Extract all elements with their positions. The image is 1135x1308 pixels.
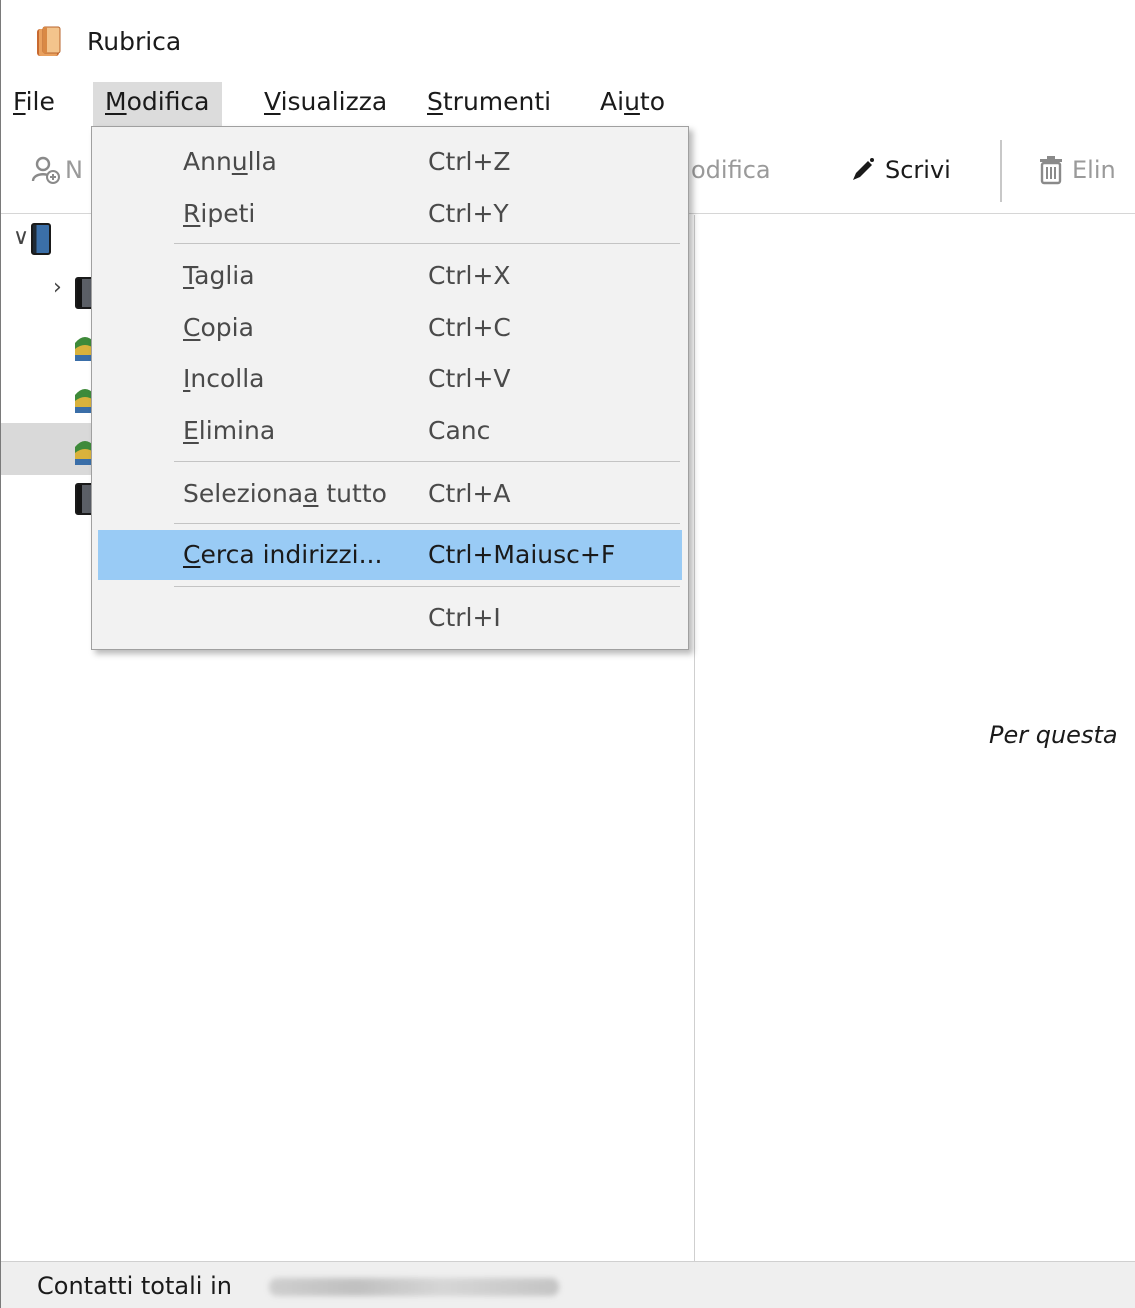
menu-item-search-addresses[interactable]: Cerca indirizzi... Ctrl+Maiusc+F: [98, 530, 682, 580]
edit-contact-button[interactable]: odifica: [691, 148, 771, 192]
status-text: Contatti totali in: [37, 1272, 232, 1300]
menu-aiuto[interactable]: Aiuto: [588, 82, 677, 126]
address-book-icon: [31, 223, 51, 255]
address-book-window: Rubrica File Modifica Visualizza Strumen…: [0, 0, 1135, 1308]
new-contact-button[interactable]: N: [31, 148, 83, 192]
tree-item-root[interactable]: ∨: [1, 215, 101, 267]
menu-item-cut[interactable]: Taglia Ctrl+X: [98, 251, 682, 301]
tree-item-2[interactable]: [1, 319, 101, 371]
menu-file[interactable]: File: [1, 82, 67, 126]
shortcut-undo: Ctrl+Z: [428, 147, 511, 176]
menu-item-paste[interactable]: Incolla Ctrl+V: [98, 354, 682, 404]
menu-item-select-all[interactable]: Selezionaa tutto Ctrl+A: [98, 469, 682, 519]
title-bar: Rubrica: [1, 0, 1135, 82]
menu-separator: [174, 523, 680, 524]
menu-separator: [174, 243, 680, 244]
edit-menu-popup: Annulla Ctrl+Z Ripeti Ctrl+Y Taglia Ctrl…: [91, 126, 689, 650]
toolbar-separator: [1000, 140, 1002, 202]
shortcut-select-all: Ctrl+A: [428, 479, 511, 508]
tree-item-1[interactable]: ›: [1, 267, 101, 319]
status-bar: Contatti totali in: [1, 1261, 1135, 1308]
shortcut-unlabeled: Ctrl+I: [428, 603, 501, 632]
menu-separator: [174, 461, 680, 462]
menu-item-delete[interactable]: Elimina Canc: [98, 406, 682, 456]
chevron-down-icon[interactable]: ∨: [13, 225, 29, 250]
menu-bar: File Modifica Visualizza Strumenti Aiuto: [1, 82, 1135, 126]
shortcut-delete: Canc: [428, 416, 491, 445]
shortcut-search-addresses: Ctrl+Maiusc+F: [428, 540, 616, 569]
write-button[interactable]: Scrivi: [849, 148, 951, 192]
menu-item-undo[interactable]: Annulla Ctrl+Z: [98, 137, 682, 187]
chevron-right-icon[interactable]: ›: [53, 275, 62, 300]
menu-item-copy[interactable]: Copia Ctrl+C: [98, 303, 682, 353]
menu-strumenti[interactable]: Strumenti: [415, 82, 563, 126]
tree-item-5[interactable]: [1, 475, 101, 527]
shortcut-redo: Ctrl+Y: [428, 199, 509, 228]
redacted-address-book-name: [269, 1278, 559, 1296]
pencil-icon: [853, 158, 874, 180]
window-title: Rubrica: [87, 27, 182, 56]
add-contact-icon: [31, 156, 60, 184]
menu-modifica[interactable]: Modifica: [93, 82, 222, 126]
delete-button[interactable]: Elin: [1038, 148, 1116, 192]
address-book-app-icon: [37, 26, 61, 56]
menu-item-unlabeled[interactable]: Ctrl+I: [98, 593, 682, 643]
menu-visualizza[interactable]: Visualizza: [252, 82, 399, 126]
trash-icon: [1040, 156, 1062, 185]
shortcut-copy: Ctrl+C: [428, 313, 511, 342]
empty-message: Per questa: [989, 721, 1118, 749]
tree-item-4-selected[interactable]: [1, 423, 101, 475]
shortcut-cut: Ctrl+X: [428, 261, 511, 290]
menu-item-redo[interactable]: Ripeti Ctrl+Y: [98, 189, 682, 239]
tree-item-3[interactable]: [1, 371, 101, 423]
menu-separator: [174, 586, 680, 587]
contacts-pane: Per questa: [695, 215, 1135, 1261]
shortcut-paste: Ctrl+V: [428, 364, 511, 393]
